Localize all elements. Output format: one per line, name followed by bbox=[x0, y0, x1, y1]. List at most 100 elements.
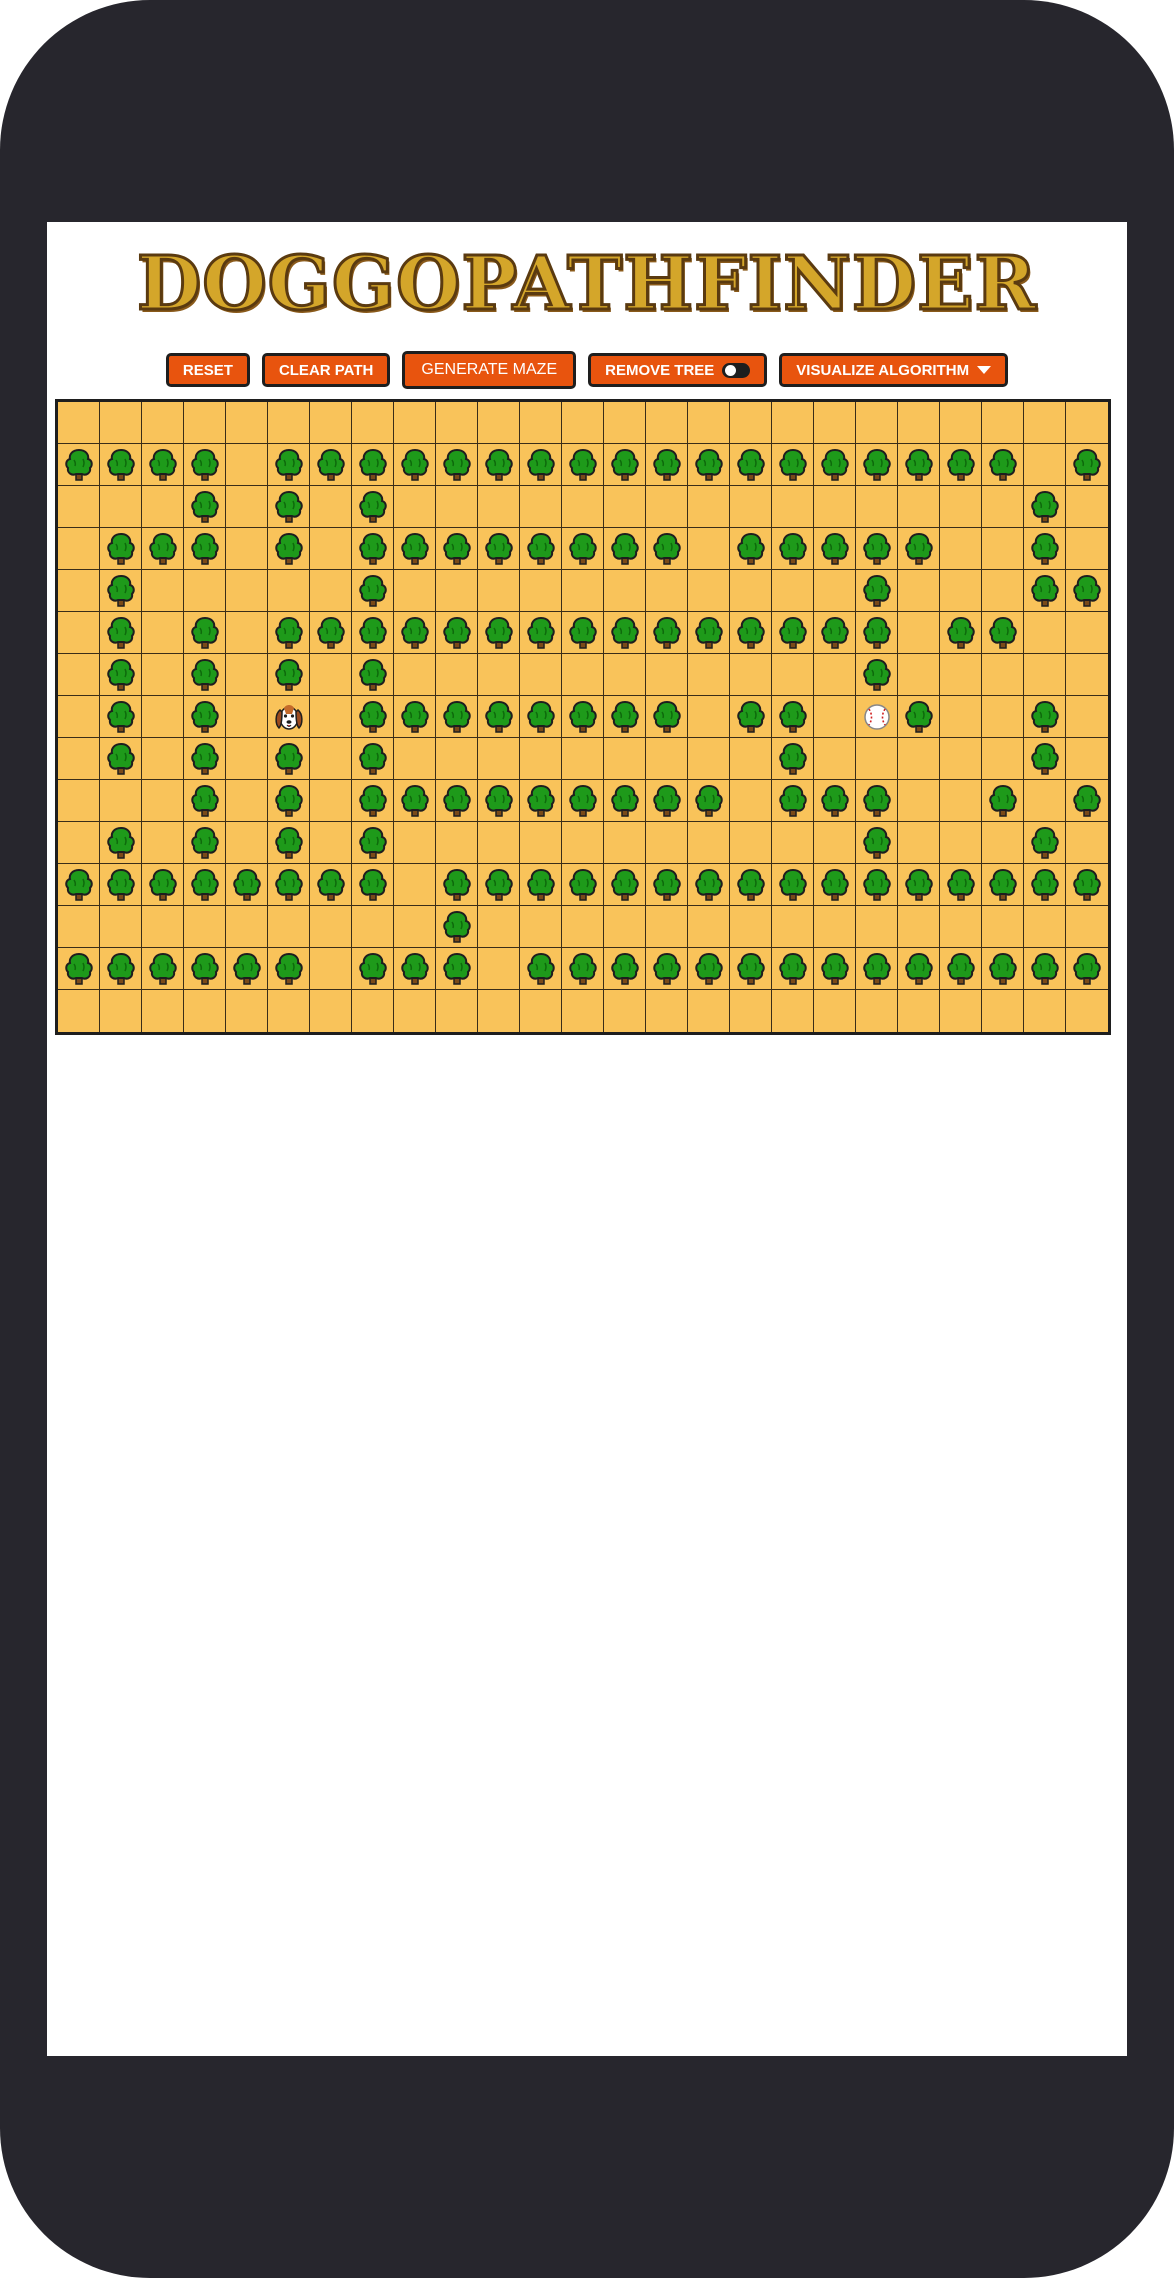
grid-cell-tree[interactable] bbox=[940, 948, 982, 990]
grid-cell[interactable] bbox=[478, 822, 520, 864]
grid-cell-tree[interactable] bbox=[898, 864, 940, 906]
grid-cell[interactable] bbox=[58, 696, 100, 738]
grid-cell-tree[interactable] bbox=[478, 864, 520, 906]
grid-cell[interactable] bbox=[184, 402, 226, 444]
grid-cell[interactable] bbox=[898, 906, 940, 948]
grid-cell[interactable] bbox=[646, 990, 688, 1032]
grid-cell[interactable] bbox=[1066, 906, 1108, 948]
grid-cell-tree[interactable] bbox=[142, 864, 184, 906]
grid-cell[interactable] bbox=[394, 906, 436, 948]
grid-cell[interactable] bbox=[772, 402, 814, 444]
grid-cell-tree[interactable] bbox=[310, 612, 352, 654]
grid-cell[interactable] bbox=[604, 570, 646, 612]
grid-cell[interactable] bbox=[520, 822, 562, 864]
grid-cell-tree[interactable] bbox=[184, 612, 226, 654]
grid-cell[interactable] bbox=[1066, 528, 1108, 570]
grid-cell-tree[interactable] bbox=[562, 780, 604, 822]
grid-cell-tree[interactable] bbox=[478, 528, 520, 570]
grid-cell-tree[interactable] bbox=[730, 528, 772, 570]
grid-cell[interactable] bbox=[688, 696, 730, 738]
grid-cell[interactable] bbox=[520, 486, 562, 528]
grid-cell-tree[interactable] bbox=[772, 696, 814, 738]
grid-cell[interactable] bbox=[772, 486, 814, 528]
grid-cell-tree[interactable] bbox=[352, 738, 394, 780]
grid-cell[interactable] bbox=[772, 570, 814, 612]
grid-cell[interactable] bbox=[436, 822, 478, 864]
grid-cell[interactable] bbox=[688, 486, 730, 528]
grid-cell-tree[interactable] bbox=[394, 696, 436, 738]
grid-cell[interactable] bbox=[58, 990, 100, 1032]
grid-cell-tree[interactable] bbox=[772, 864, 814, 906]
grid-cell[interactable] bbox=[352, 402, 394, 444]
grid-cell[interactable] bbox=[646, 738, 688, 780]
grid-cell[interactable] bbox=[310, 696, 352, 738]
grid-cell-tree[interactable] bbox=[646, 528, 688, 570]
grid-cell[interactable] bbox=[226, 654, 268, 696]
grid-cell-tree[interactable] bbox=[142, 444, 184, 486]
grid-cell[interactable] bbox=[142, 486, 184, 528]
grid-cell[interactable] bbox=[1024, 444, 1066, 486]
grid-cell[interactable] bbox=[562, 402, 604, 444]
grid-cell[interactable] bbox=[898, 738, 940, 780]
grid-cell-tree[interactable] bbox=[604, 948, 646, 990]
grid-cell[interactable] bbox=[310, 990, 352, 1032]
grid-cell[interactable] bbox=[142, 570, 184, 612]
grid-cell[interactable] bbox=[58, 528, 100, 570]
grid-cell-tree[interactable] bbox=[562, 864, 604, 906]
grid-cell-tree[interactable] bbox=[436, 612, 478, 654]
grid-cell-tree[interactable] bbox=[730, 696, 772, 738]
grid-cell-tree[interactable] bbox=[184, 654, 226, 696]
grid-cell[interactable] bbox=[226, 738, 268, 780]
grid-cell-tree[interactable] bbox=[646, 444, 688, 486]
grid-cell[interactable] bbox=[772, 990, 814, 1032]
grid-cell-tree[interactable] bbox=[604, 780, 646, 822]
grid-cell-tree[interactable] bbox=[100, 738, 142, 780]
grid-cell[interactable] bbox=[562, 738, 604, 780]
grid-cell[interactable] bbox=[856, 738, 898, 780]
grid-cell-tree[interactable] bbox=[982, 864, 1024, 906]
grid-cell-tree[interactable] bbox=[352, 612, 394, 654]
grid-cell[interactable] bbox=[226, 990, 268, 1032]
grid-cell[interactable] bbox=[58, 906, 100, 948]
grid-cell-tree[interactable] bbox=[982, 444, 1024, 486]
grid-cell-tree[interactable] bbox=[1066, 444, 1108, 486]
grid-cell[interactable] bbox=[394, 822, 436, 864]
grid-cell[interactable] bbox=[898, 402, 940, 444]
grid-cell[interactable] bbox=[814, 654, 856, 696]
grid-cell[interactable] bbox=[646, 402, 688, 444]
grid-cell-tree[interactable] bbox=[772, 444, 814, 486]
grid-cell[interactable] bbox=[520, 570, 562, 612]
grid-cell-tree[interactable] bbox=[100, 528, 142, 570]
grid-cell-tree[interactable] bbox=[688, 948, 730, 990]
grid-cell-tree[interactable] bbox=[520, 696, 562, 738]
grid-cell[interactable] bbox=[394, 402, 436, 444]
grid-cell[interactable] bbox=[982, 486, 1024, 528]
grid-cell[interactable] bbox=[226, 444, 268, 486]
grid-cell[interactable] bbox=[1066, 486, 1108, 528]
grid-cell-tree[interactable] bbox=[436, 696, 478, 738]
grid-cell[interactable] bbox=[226, 402, 268, 444]
grid-cell-tree[interactable] bbox=[310, 444, 352, 486]
grid-cell[interactable] bbox=[100, 486, 142, 528]
generate-maze-button[interactable]: GENERATE MAZE bbox=[402, 351, 577, 389]
grid-cell-tree[interactable] bbox=[1066, 948, 1108, 990]
grid-cell[interactable] bbox=[856, 906, 898, 948]
grid-cell-tree[interactable] bbox=[856, 948, 898, 990]
grid-cell-tree[interactable] bbox=[352, 570, 394, 612]
grid-cell-tree[interactable] bbox=[688, 612, 730, 654]
grid-cell[interactable] bbox=[898, 780, 940, 822]
grid-cell-tree[interactable] bbox=[856, 570, 898, 612]
grid-cell-tree[interactable] bbox=[604, 612, 646, 654]
grid-cell[interactable] bbox=[310, 528, 352, 570]
grid-cell-tree[interactable] bbox=[352, 864, 394, 906]
grid-cell[interactable] bbox=[58, 570, 100, 612]
grid-cell-tree[interactable] bbox=[688, 864, 730, 906]
grid-cell[interactable] bbox=[940, 570, 982, 612]
grid-cell-tree[interactable] bbox=[646, 864, 688, 906]
grid-cell-tree[interactable] bbox=[184, 948, 226, 990]
grid-cell-tree[interactable] bbox=[520, 444, 562, 486]
grid-cell[interactable] bbox=[814, 696, 856, 738]
grid-cell-tree[interactable] bbox=[520, 612, 562, 654]
grid-cell[interactable] bbox=[730, 570, 772, 612]
grid-cell-tree[interactable] bbox=[436, 906, 478, 948]
